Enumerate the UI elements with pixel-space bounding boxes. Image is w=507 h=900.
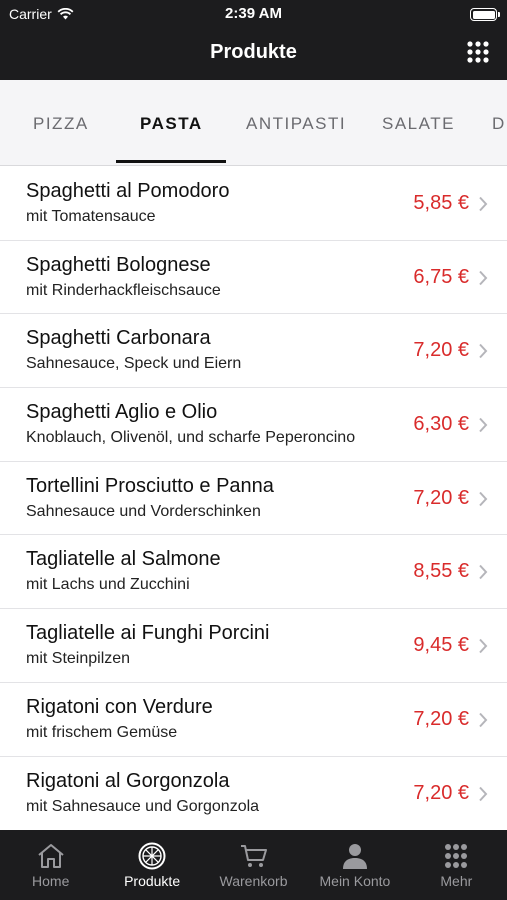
- product-name: Spaghetti Aglio e Olio: [26, 401, 218, 424]
- tabbar-item-home[interactable]: Home: [0, 830, 101, 900]
- product-row[interactable]: Spaghetti Aglio e Olio Knoblauch, Oliven…: [0, 388, 507, 462]
- product-price: 6,75 €: [413, 265, 469, 288]
- product-description: mit Steinpilzen: [26, 650, 131, 668]
- tabbar-label: Home: [32, 873, 70, 889]
- product-name: Tagliatelle ai Funghi Porcini: [26, 622, 270, 645]
- category-tabs: PIZZA PASTA ANTIPASTI SALATE D: [0, 80, 507, 166]
- product-price: 8,55 €: [413, 560, 469, 583]
- product-row[interactable]: Spaghetti Bolognese mit Rinderhackfleisc…: [0, 241, 507, 315]
- product-price: 7,20 €: [413, 707, 469, 730]
- chevron-right-icon: [479, 638, 488, 654]
- product-description: mit frischem Gemüse: [26, 723, 178, 741]
- product-list: Spaghetti al Pomodoro mit Tomatensauce 5…: [0, 167, 507, 830]
- status-bar: Carrier 2:39 AM: [0, 0, 507, 30]
- navigation-bar: Carrier 2:39 AM Produkte: [0, 0, 507, 80]
- tabbar-label: Mehr: [440, 873, 473, 889]
- product-name: Tagliatelle al Salmone: [26, 548, 221, 571]
- bottom-tab-bar: Home Produkte Warenkorb Mein Konto Mehr: [0, 830, 507, 900]
- active-tab-indicator: [116, 160, 226, 163]
- chevron-right-icon: [479, 270, 488, 285]
- chevron-right-icon: [479, 417, 488, 433]
- tab-pizza[interactable]: PIZZA: [33, 114, 89, 134]
- product-row[interactable]: Tagliatelle ai Funghi Porcini mit Steinp…: [0, 609, 507, 683]
- tabbar-label: Produkte: [124, 873, 181, 889]
- grid-icon[interactable]: [466, 40, 490, 64]
- chevron-right-icon: [479, 786, 488, 801]
- page-title: Produkte: [210, 41, 297, 63]
- chevron-right-icon: [479, 344, 488, 359]
- tabbar-item-mein-konto[interactable]: Mein Konto: [304, 830, 405, 900]
- product-row[interactable]: Rigatoni al Gorgonzola mit Sahnesauce un…: [0, 757, 507, 831]
- product-name: Spaghetti Bolognese: [26, 253, 211, 276]
- product-row[interactable]: Rigatoni con Verdure mit frischem Gemüse…: [0, 683, 507, 757]
- tabbar-label: Warenkorb: [219, 873, 288, 889]
- product-price: 9,45 €: [413, 634, 469, 657]
- product-name: Tortellini Prosciutto e Panna: [26, 474, 274, 497]
- tab-pasta[interactable]: PASTA: [140, 114, 203, 134]
- product-description: Sahnesauce, Speck und Eiern: [26, 355, 242, 373]
- product-name: Rigatoni al Gorgonzola: [26, 769, 230, 792]
- chevron-right-icon: [479, 491, 488, 506]
- product-name: Spaghetti al Pomodoro: [26, 180, 230, 202]
- tab-antipasti[interactable]: ANTIPASTI: [246, 114, 346, 134]
- battery-icon: [470, 8, 500, 21]
- user-icon: [342, 844, 367, 869]
- tab-d[interactable]: D: [492, 114, 506, 134]
- product-name: Spaghetti Carbonara: [26, 327, 211, 350]
- product-row[interactable]: Spaghetti al Pomodoro mit Tomatensauce 5…: [0, 167, 507, 241]
- product-description: Knoblauch, Olivenöl, und scharfe Peperon…: [26, 429, 356, 447]
- tabbar-item-mehr[interactable]: Mehr: [406, 830, 507, 900]
- product-description: mit Sahnesauce und Gorgonzola: [26, 797, 260, 815]
- product-description: mit Tomatensauce: [26, 208, 156, 225]
- product-row[interactable]: Tagliatelle al Salmone mit Lachs und Zuc…: [0, 535, 507, 610]
- product-description: mit Lachs und Zucchini: [26, 576, 190, 594]
- grid-icon: [445, 844, 468, 868]
- cart-icon: [240, 845, 267, 867]
- product-name: Rigatoni con Verdure: [26, 695, 213, 718]
- chevron-right-icon: [479, 196, 488, 212]
- product-description: Sahnesauce und Vorderschinken: [26, 502, 261, 520]
- product-price: 7,20 €: [413, 486, 469, 509]
- product-row[interactable]: Tortellini Prosciutto e Panna Sahnesauce…: [0, 462, 507, 536]
- home-icon: [38, 844, 64, 868]
- status-time: 2:39 AM: [225, 5, 282, 22]
- tab-salate[interactable]: SALATE: [382, 114, 455, 134]
- product-price: 7,20 €: [413, 339, 469, 362]
- pizza-icon: [138, 842, 166, 870]
- product-price: 7,20 €: [413, 781, 469, 804]
- tabbar-item-produkte[interactable]: Produkte: [101, 830, 202, 900]
- chevron-right-icon: [479, 565, 488, 580]
- product-price: 6,30 €: [413, 413, 469, 436]
- tabbar-item-warenkorb[interactable]: Warenkorb: [203, 830, 304, 900]
- product-price: 5,85 €: [413, 192, 469, 214]
- product-description: mit Rinderhackfleischsauce: [26, 281, 221, 299]
- chevron-right-icon: [479, 712, 488, 727]
- tabbar-label: Mein Konto: [319, 873, 391, 889]
- product-row[interactable]: Spaghetti Carbonara Sahnesauce, Speck un…: [0, 314, 507, 389]
